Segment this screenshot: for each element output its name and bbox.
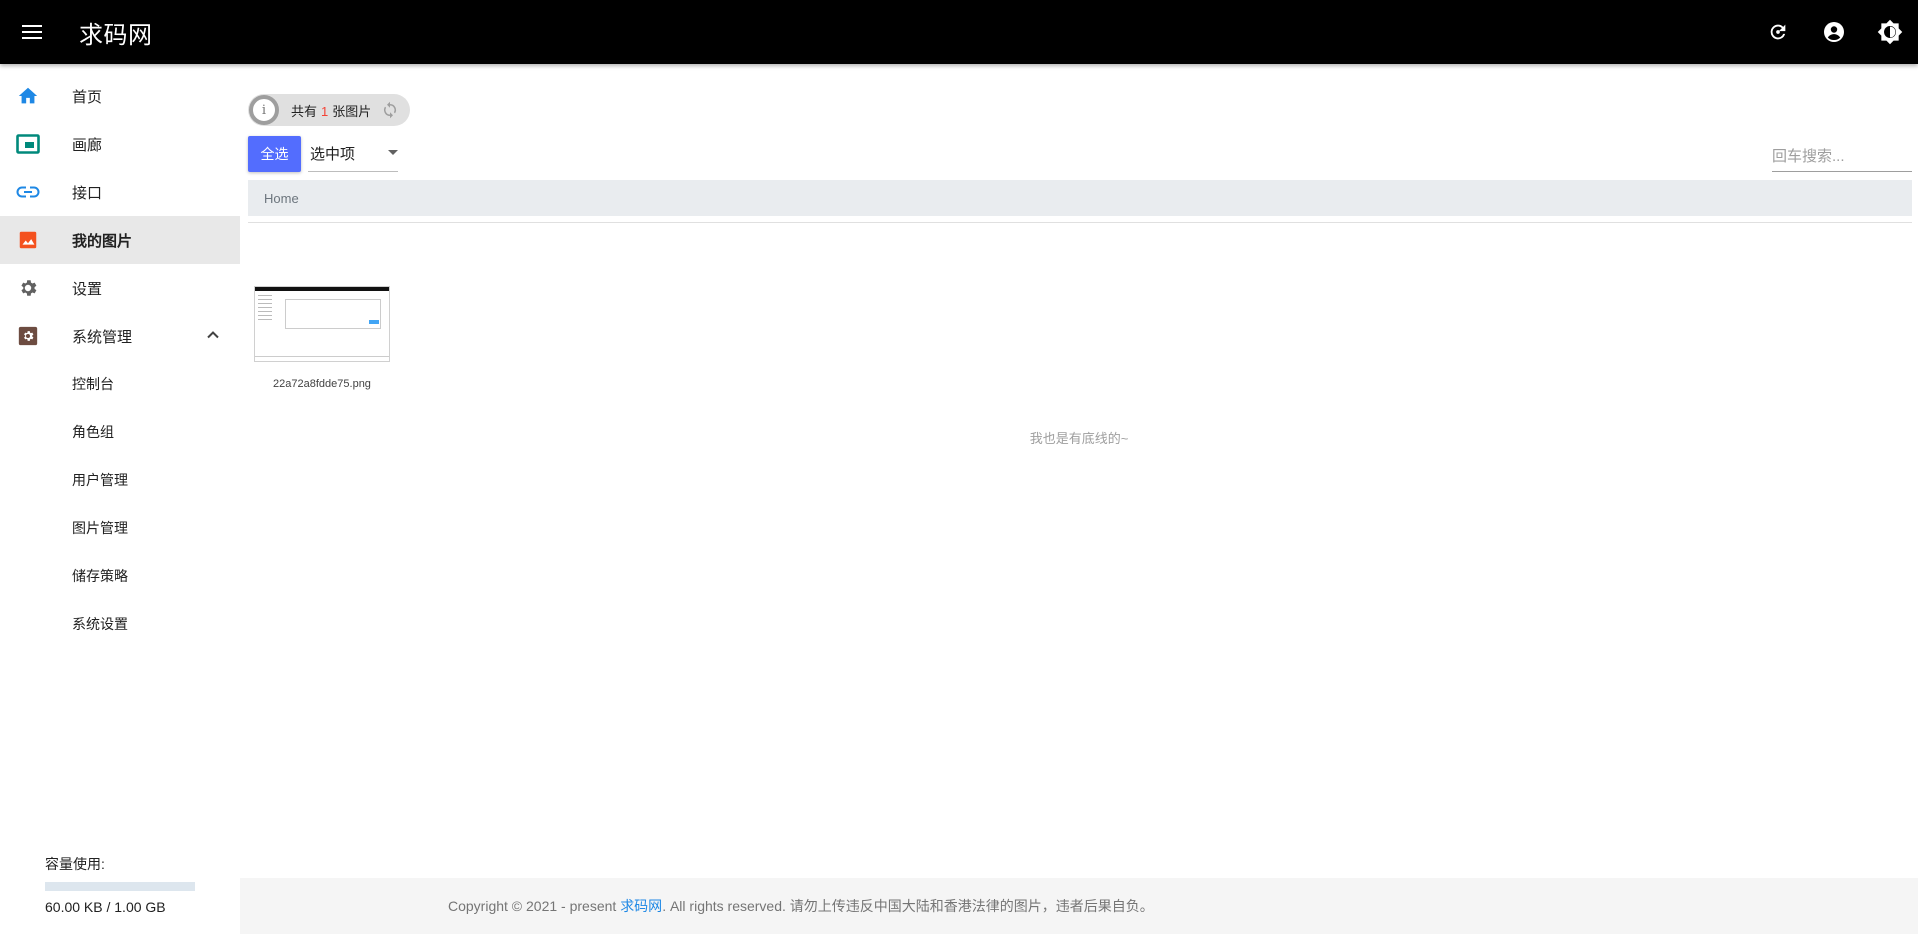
image-count-suffix: 张图片 (332, 103, 372, 119)
sidebar-subitem-label: 系统设置 (72, 616, 128, 632)
menu-icon (22, 25, 42, 39)
sidebar-subitem-image-management[interactable]: 图片管理 (0, 504, 240, 552)
image-thumbnail[interactable] (254, 286, 390, 362)
end-of-list-text: 我也是有底线的~ (1029, 431, 1129, 446)
sidebar-item-label: 首页 (72, 88, 103, 106)
sidebar-item-label: 我的图片 (72, 232, 133, 250)
breadcrumb-home[interactable]: Home (264, 191, 299, 206)
chevron-up-icon[interactable] (206, 328, 220, 347)
app-bar: 求码网 (0, 0, 1918, 64)
sidebar-item-label: 画廊 (72, 136, 103, 154)
sidebar-subitem-label: 控制台 (72, 376, 114, 392)
sidebar-subitem-system-settings[interactable]: 系统设置 (0, 600, 240, 648)
brightness-icon (1877, 19, 1903, 45)
menu-button[interactable] (0, 0, 64, 64)
sidebar-item-home[interactable]: 首页 (0, 72, 240, 120)
account-button[interactable] (1806, 0, 1862, 64)
sidebar-item-label: 系统管理 (72, 328, 133, 346)
sidebar-item-gallery[interactable]: 画廊 (0, 120, 240, 168)
sidebar-subitem-role-groups[interactable]: 角色组 (0, 408, 240, 456)
sidebar-subitem-console[interactable]: 控制台 (0, 360, 240, 408)
refresh-icon (1770, 24, 1786, 40)
divider (248, 222, 1912, 223)
capacity-progress-bar (45, 882, 195, 891)
link-icon (14, 185, 42, 199)
home-icon (14, 85, 42, 107)
dropdown-label: 选中项 (310, 146, 356, 163)
image-file-name: 22a72a8fdde75.png (273, 378, 371, 390)
sidebar-item-settings[interactable]: 设置 (0, 264, 240, 312)
image-count-value: 1 (321, 103, 329, 119)
appbar-actions (1750, 0, 1918, 64)
gallery-icon (14, 133, 42, 155)
image-file-card[interactable]: 22a72a8fdde75.png (254, 286, 390, 390)
capacity-title: 容量使用: (45, 856, 105, 872)
info-icon: i (249, 95, 279, 125)
storage-capacity: 容量使用: 60.00 KB / 1.00 GB (45, 854, 205, 915)
search-input[interactable] (1772, 142, 1912, 172)
copyright-prefix: Copyright © 2021 - present (448, 898, 621, 914)
theme-toggle-button[interactable] (1862, 0, 1918, 64)
account-circle-icon (1824, 22, 1844, 42)
selected-items-dropdown[interactable]: 选中项 (308, 136, 398, 172)
main-content: i 共有1张图片 全选 选中项 Home 22a72a8fdde75.png 我… (240, 64, 1918, 934)
image-count-prefix: 共有 (291, 103, 318, 119)
sidebar-subitem-label: 储存策略 (72, 568, 128, 584)
admin-settings-icon (14, 325, 42, 347)
sidebar-subitem-label: 用户管理 (72, 472, 128, 488)
sidebar-item-api[interactable]: 接口 (0, 168, 240, 216)
reload-icon[interactable] (381, 101, 399, 119)
settings-icon (14, 277, 42, 299)
sidebar-subitem-label: 角色组 (72, 424, 114, 440)
image-count-chip: i 共有 1 张图片 (248, 94, 410, 126)
sidebar-item-label: 接口 (72, 184, 103, 202)
sidebar-subitem-user-management[interactable]: 用户管理 (0, 456, 240, 504)
app-title: 求码网 (79, 21, 153, 49)
sidebar-item-my-images[interactable]: 我的图片 (0, 216, 240, 264)
sidebar: 首页 画廊 接口 我的图片 设置 系统管理 控制台 角色组 用户管理 图片管理 … (0, 64, 240, 934)
sidebar-subitem-label: 图片管理 (72, 520, 128, 536)
copyright-suffix: . All rights reserved. 请勿上传违反中国大陆和香港法律的图… (662, 898, 1154, 914)
select-all-button[interactable]: 全选 (248, 136, 301, 172)
dropdown-arrow-icon (388, 150, 398, 155)
copyright-text: Copyright © 2021 - present 求码网. All righ… (448, 896, 1154, 916)
image-count-text: 共有 1 张图片 (291, 101, 371, 120)
footer: Copyright © 2021 - present 求码网. All righ… (240, 878, 1918, 934)
sidebar-subitem-storage-policy[interactable]: 储存策略 (0, 552, 240, 600)
sidebar-item-label: 设置 (72, 280, 103, 298)
refresh-button[interactable] (1750, 0, 1806, 64)
footer-site-link[interactable]: 求码网 (620, 898, 662, 914)
breadcrumb: Home (248, 180, 1912, 216)
image-icon (14, 229, 42, 251)
sidebar-item-system-admin[interactable]: 系统管理 (0, 312, 240, 360)
capacity-text: 60.00 KB / 1.00 GB (45, 899, 166, 915)
